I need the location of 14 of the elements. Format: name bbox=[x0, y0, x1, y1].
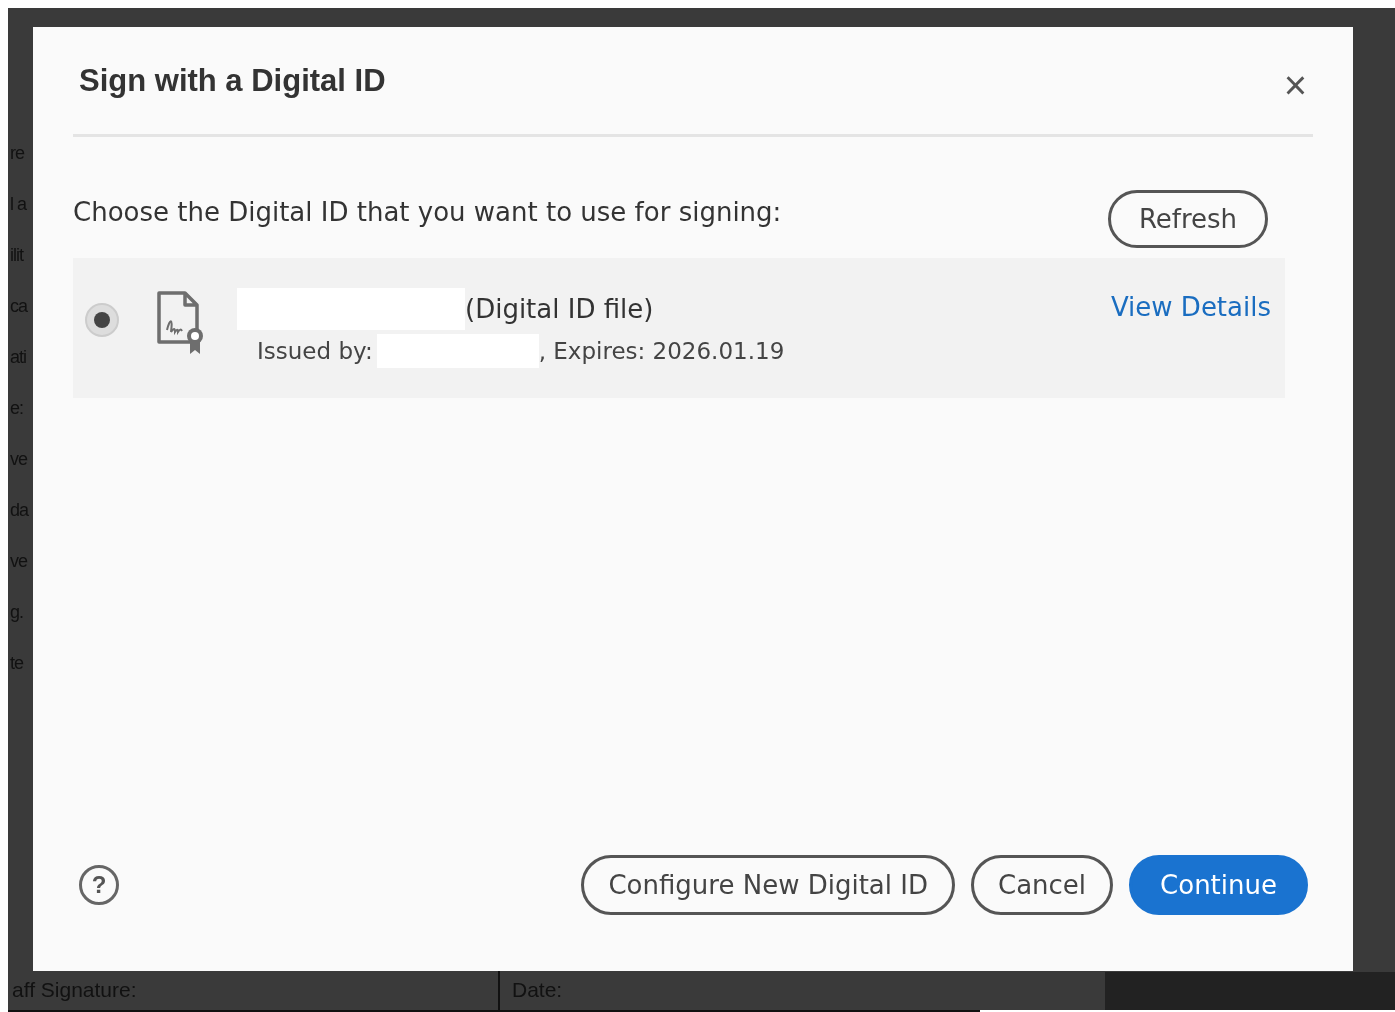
view-details-link[interactable]: View Details bbox=[1110, 292, 1271, 322]
dialog-title: Sign with a Digital ID bbox=[78, 62, 386, 99]
digital-id-item[interactable]: (Digital ID file) Issued by: , Expires: 2026.01.19 View Details bbox=[73, 258, 1285, 398]
help-button[interactable]: ? bbox=[79, 865, 119, 905]
expiry-text: , Expires: 2026.01.19 bbox=[538, 338, 785, 364]
dialog-button[interactable]: Cancel bbox=[971, 855, 1114, 915]
dialog-button[interactable]: Configure New Digital ID bbox=[581, 855, 955, 915]
continue-button[interactable]: Continue bbox=[1129, 855, 1308, 915]
issuer-label: Issued by: bbox=[257, 338, 373, 364]
prompt-text: Choose the Digital ID that you want to use for signing: bbox=[73, 197, 782, 227]
id-type-text: (Digital ID file) bbox=[465, 294, 654, 324]
close-button[interactable]: × bbox=[1277, 64, 1313, 105]
refresh-button[interactable]: Refresh bbox=[1108, 190, 1268, 248]
radio-button[interactable] bbox=[85, 303, 119, 337]
